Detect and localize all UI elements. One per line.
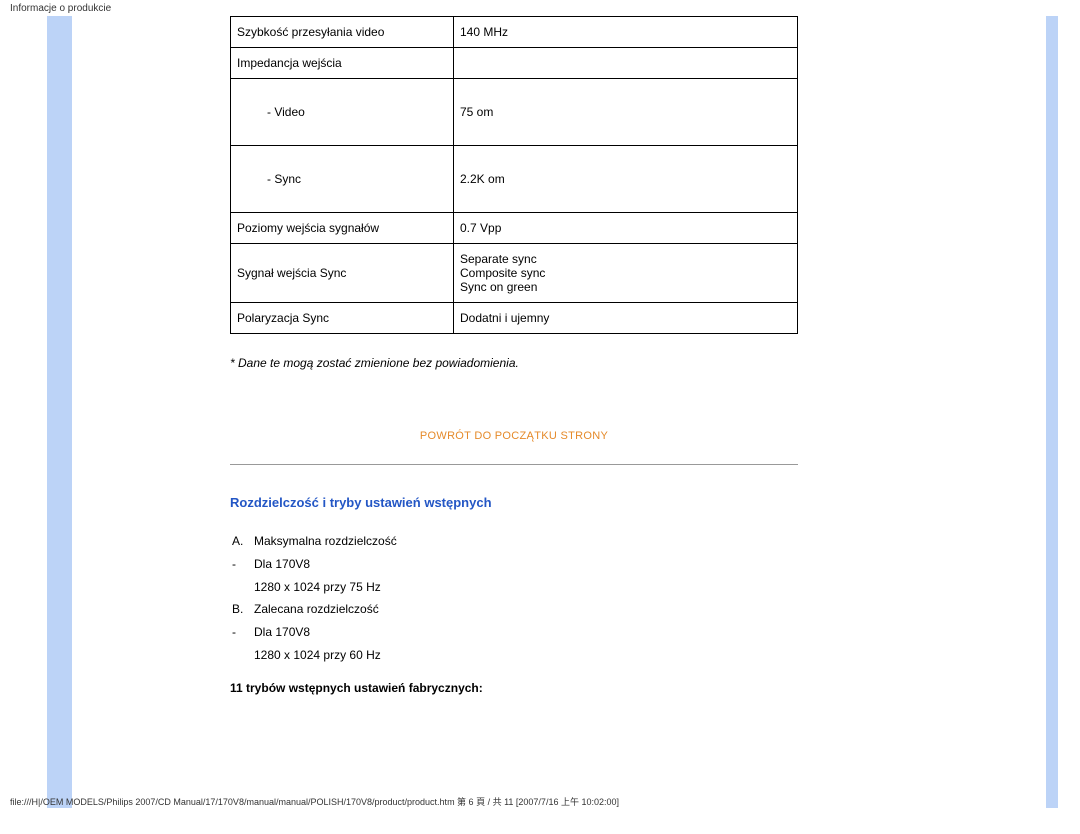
right-stripe	[1046, 16, 1058, 808]
list-text: Zalecana rozdzielczość	[254, 598, 379, 621]
separator	[230, 464, 798, 465]
spec-label: - Sync	[231, 146, 454, 213]
spec-label: Szybkość przesyłania video	[231, 17, 454, 48]
list-bullet: B.	[232, 598, 254, 621]
spec-value: 75 om	[454, 79, 798, 146]
resolution-list: A.Maksymalna rozdzielczość-Dla 170V81280…	[232, 530, 798, 667]
spec-value: Separate syncComposite syncSync on green	[454, 244, 798, 303]
page: Szybkość przesyłania video140 MHzImpedan…	[0, 16, 1080, 808]
table-row: - Sync2.2K om	[231, 146, 798, 213]
list-text: 1280 x 1024 przy 75 Hz	[254, 576, 381, 599]
list-bullet	[232, 644, 254, 667]
list-bullet: -	[232, 621, 254, 644]
table-row: Polaryzacja SyncDodatni i ujemny	[231, 303, 798, 334]
table-row: - Video75 om	[231, 79, 798, 146]
list-item: 1280 x 1024 przy 60 Hz	[232, 644, 798, 667]
list-text: Dla 170V8	[254, 621, 310, 644]
footer-path: file:///H|/OEM MODELS/Philips 2007/CD Ma…	[10, 795, 619, 808]
content-area: Szybkość przesyłania video140 MHzImpedan…	[230, 16, 798, 695]
list-item: B.Zalecana rozdzielczość	[232, 598, 798, 621]
list-item: -Dla 170V8	[232, 553, 798, 576]
table-row: Szybkość przesyłania video140 MHz	[231, 17, 798, 48]
table-row: Sygnał wejścia SyncSeparate syncComposit…	[231, 244, 798, 303]
section-title: Rozdzielczość i tryby ustawień wstępnych	[230, 495, 798, 510]
left-stripe	[47, 16, 72, 808]
list-item: A.Maksymalna rozdzielczość	[232, 530, 798, 553]
back-to-top-link[interactable]: POWRÓT DO POCZĄTKU STRONY	[420, 430, 608, 442]
list-text: 1280 x 1024 przy 60 Hz	[254, 644, 381, 667]
spec-value: 2.2K om	[454, 146, 798, 213]
list-item: 1280 x 1024 przy 75 Hz	[232, 576, 798, 599]
table-row: Poziomy wejścia sygnałów0.7 Vpp	[231, 213, 798, 244]
spec-table: Szybkość przesyłania video140 MHzImpedan…	[230, 16, 798, 334]
spec-label: - Video	[231, 79, 454, 146]
spec-label: Sygnał wejścia Sync	[231, 244, 454, 303]
spec-label: Polaryzacja Sync	[231, 303, 454, 334]
page-header: Informacje o produkcie	[0, 0, 1080, 16]
list-text: Maksymalna rozdzielczość	[254, 530, 397, 553]
table-row: Impedancja wejścia	[231, 48, 798, 79]
list-bullet	[232, 576, 254, 599]
spec-value: 0.7 Vpp	[454, 213, 798, 244]
spec-value: 140 MHz	[454, 17, 798, 48]
spec-label: Poziomy wejścia sygnałów	[231, 213, 454, 244]
list-item: -Dla 170V8	[232, 621, 798, 644]
spec-value	[454, 48, 798, 79]
list-bullet: -	[232, 553, 254, 576]
spec-label: Impedancja wejścia	[231, 48, 454, 79]
list-bullet: A.	[232, 530, 254, 553]
modes-subtitle: 11 trybów wstępnych ustawień fabrycznych…	[230, 681, 798, 695]
list-text: Dla 170V8	[254, 553, 310, 576]
disclaimer-note: * Dane te mogą zostać zmienione bez powi…	[230, 356, 798, 370]
spec-value: Dodatni i ujemny	[454, 303, 798, 334]
